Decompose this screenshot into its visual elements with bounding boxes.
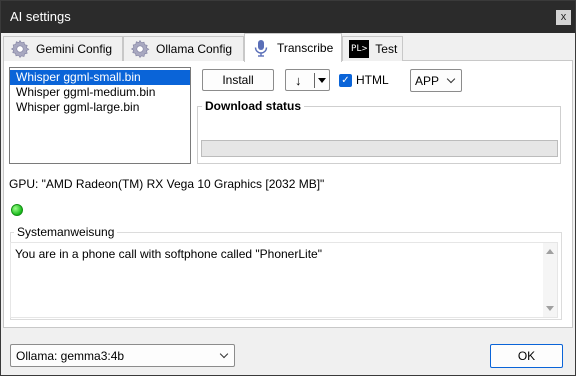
- model-select[interactable]: Ollama: gemma3:4b: [10, 344, 235, 367]
- download-status-label: Download status: [202, 99, 305, 113]
- tab-label: Gemini Config: [36, 42, 113, 56]
- tab-gemini-config[interactable]: Gemini Config: [3, 36, 123, 61]
- gpu-info: GPU: "AMD Radeon(TM) RX Vega 10 Graphics…: [9, 177, 325, 191]
- ok-button[interactable]: OK: [490, 344, 563, 368]
- tab-ollama-config[interactable]: Ollama Config: [123, 36, 244, 61]
- download-split-button[interactable]: ↓: [285, 69, 330, 91]
- mode-select-value: APP: [415, 74, 440, 88]
- mode-select[interactable]: APP: [410, 69, 462, 92]
- status-indicator: [11, 204, 23, 216]
- gear-icon: [10, 39, 30, 59]
- chevron-down-icon: [446, 74, 456, 84]
- chevron-down-icon: [219, 349, 229, 359]
- tab-label: Transcribe: [277, 41, 334, 55]
- separator: [314, 73, 315, 88]
- vertical-scrollbar[interactable]: [543, 243, 557, 317]
- microphone-icon: [251, 38, 271, 58]
- html-checkbox[interactable]: ✓: [339, 74, 352, 87]
- gear-icon: [130, 39, 150, 59]
- ai-settings-window: AI settings x Gemini Config Ollama Confi…: [0, 0, 576, 376]
- list-item[interactable]: Whisper ggml-large.bin: [10, 100, 190, 115]
- window-title: AI settings: [10, 9, 71, 24]
- tab-strip: Gemini Config Ollama Config Transcribe P…: [3, 33, 573, 62]
- model-list[interactable]: Whisper ggml-small.bin Whisper ggml-medi…: [9, 67, 191, 164]
- tab-label: Test: [375, 42, 398, 56]
- system-prompt-text: You are in a phone call with softphone c…: [15, 247, 322, 261]
- tab-transcribe[interactable]: Transcribe: [244, 33, 342, 62]
- scroll-up-icon[interactable]: [546, 249, 554, 254]
- tab-label: Ollama Config: [156, 42, 233, 56]
- title-bar[interactable]: AI settings x: [1, 1, 575, 33]
- download-arrow-icon: ↓: [295, 73, 302, 88]
- close-button[interactable]: x: [556, 10, 571, 25]
- dropdown-arrow-icon: [318, 78, 326, 83]
- system-prompt-label: Systemanweisung: [14, 225, 118, 239]
- install-button[interactable]: Install: [202, 69, 274, 91]
- tab-test[interactable]: PL> Test: [342, 36, 403, 61]
- download-progress-bar: [201, 140, 558, 157]
- list-item[interactable]: Whisper ggml-small.bin: [10, 70, 190, 85]
- pl-terminal-icon: PL>: [349, 40, 370, 58]
- html-checkbox-label: HTML: [356, 73, 389, 87]
- scroll-down-icon[interactable]: [546, 306, 554, 311]
- list-item[interactable]: Whisper ggml-medium.bin: [10, 85, 190, 100]
- system-prompt-textarea[interactable]: You are in a phone call with softphone c…: [10, 242, 558, 318]
- model-select-value: Ollama: gemma3:4b: [16, 349, 125, 363]
